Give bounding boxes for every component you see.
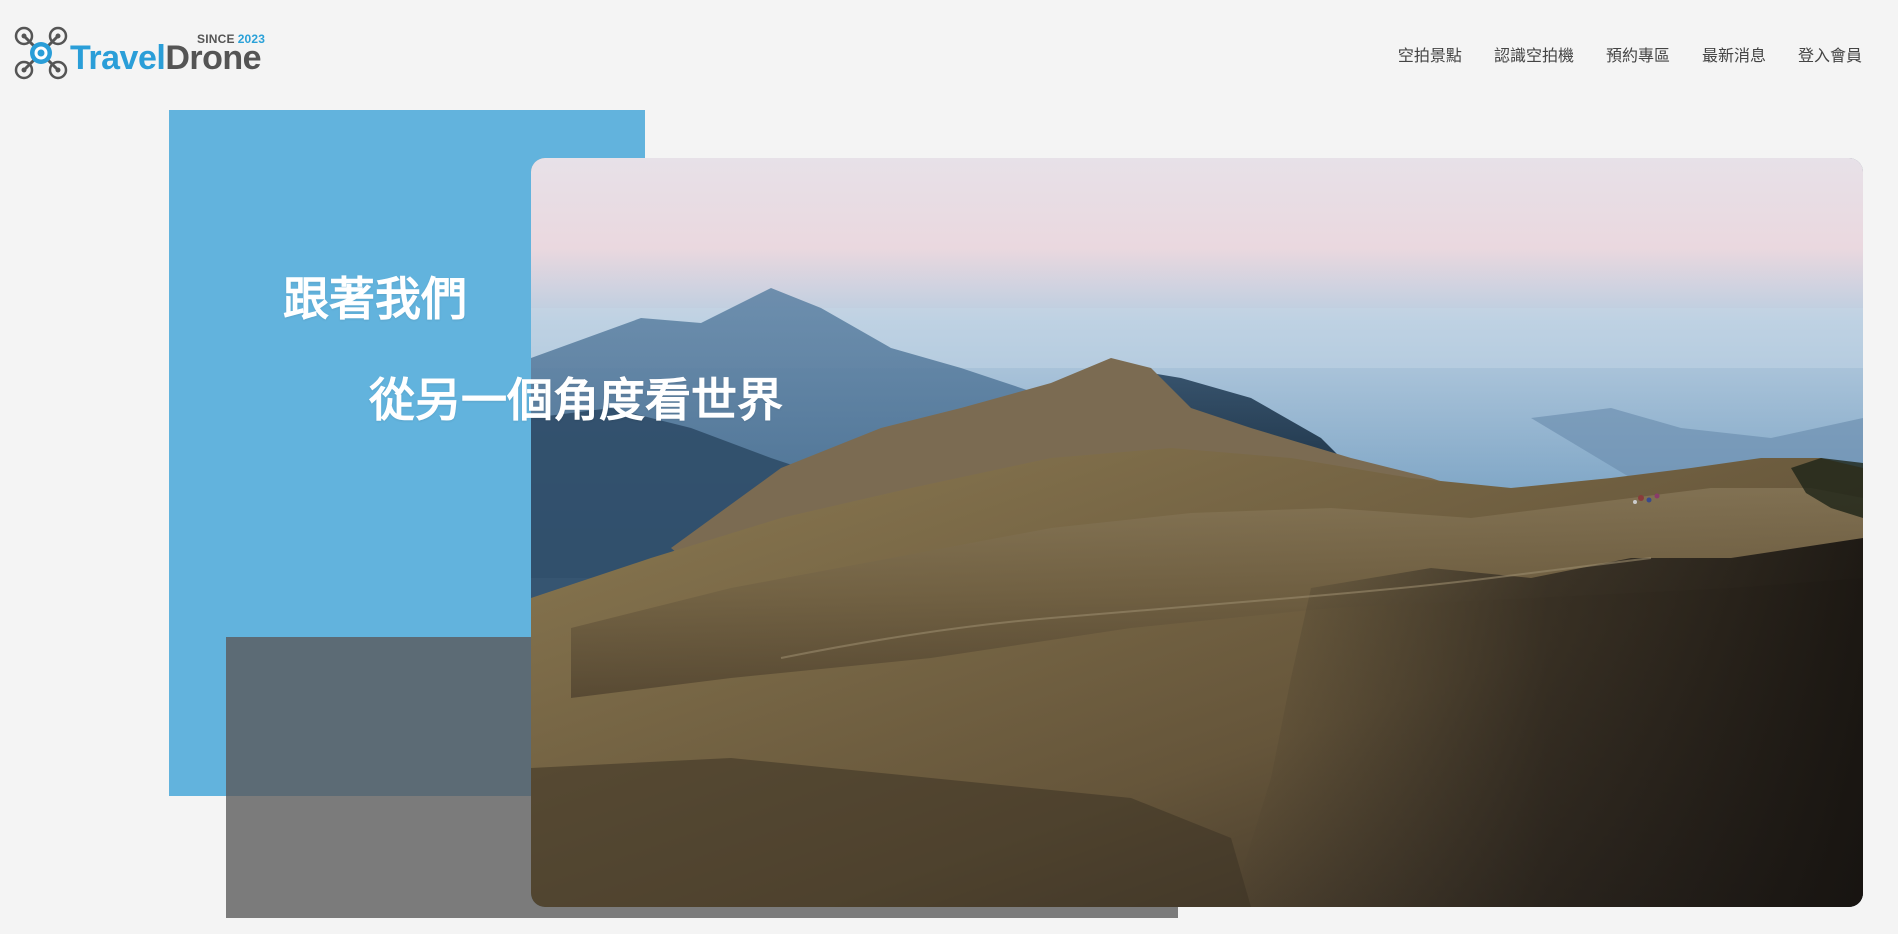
brand-name-drone: Drone [165, 39, 262, 77]
site-header: SINCE 2023 TravelDrone 空拍景點 認識空拍機 預約專區 最新… [0, 0, 1898, 100]
hero-headline-line1: 跟著我們 [283, 271, 467, 326]
brand-name-travel: Travel [70, 39, 166, 77]
brand-wordmark: TravelDrone [70, 38, 262, 78]
drone-icon [14, 26, 68, 80]
hero-mountain-photo [531, 158, 1863, 907]
main-nav: 空拍景點 認識空拍機 預約專區 最新消息 登入會員 [1398, 42, 1862, 66]
nav-item-booking[interactable]: 預約專區 [1606, 42, 1670, 66]
brand-logo[interactable]: SINCE 2023 TravelDrone [14, 26, 274, 80]
nav-item-about-drones[interactable]: 認識空拍機 [1494, 42, 1574, 66]
nav-item-aerial-spots[interactable]: 空拍景點 [1398, 42, 1462, 66]
hero-headline-line2: 從另一個角度看世界 [369, 373, 783, 428]
nav-item-member-login[interactable]: 登入會員 [1798, 42, 1862, 66]
nav-item-news[interactable]: 最新消息 [1702, 42, 1766, 66]
